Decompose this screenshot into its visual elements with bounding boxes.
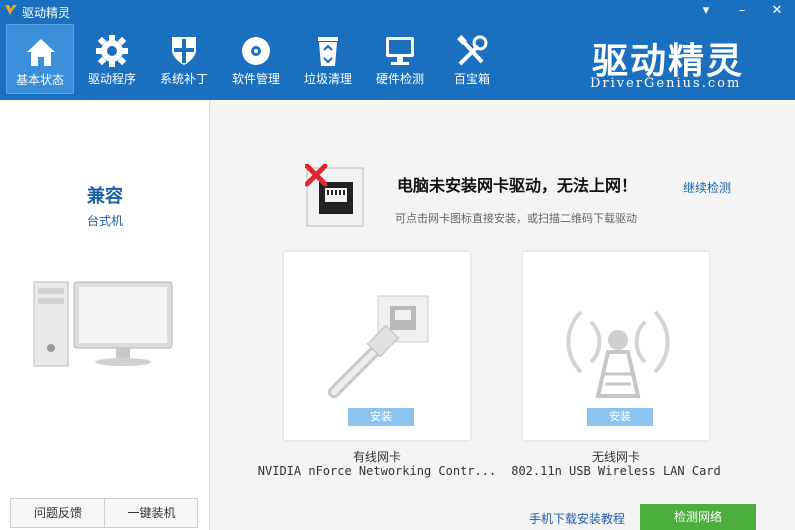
network-error-icon (305, 164, 364, 227)
brand-url: DriverGenius.com (590, 76, 742, 91)
disc-icon (242, 37, 270, 65)
close-icon[interactable]: ✕ (768, 2, 786, 20)
wireless-network-card[interactable]: 安装 (523, 252, 709, 440)
window-title: 驱动精灵 (22, 6, 71, 20)
tab-label: 系统补丁 (159, 72, 208, 86)
wired-network-card[interactable]: 安装 (284, 252, 470, 440)
brand-logo: 驱动精灵 DriverGenius.com (588, 30, 768, 94)
tab-toolbox[interactable]: 百宝箱 (438, 24, 506, 94)
tab-drivers[interactable]: 驱动程序 (78, 24, 146, 94)
tab-label: 垃圾清理 (303, 72, 352, 86)
detect-network-button[interactable]: 检测网络 (640, 504, 756, 530)
wired-card-desc: NVIDIA nForce Networking Contr... (257, 464, 497, 478)
shield-icon (172, 37, 196, 65)
tab-hardware-detection[interactable]: 硬件检测 (366, 24, 434, 94)
wired-card-title: 有线网卡 (352, 450, 401, 464)
device-type: 台式机 (86, 214, 123, 228)
minimize-icon[interactable]: – (733, 2, 751, 20)
continue-detect-link[interactable]: 继续检测 (683, 179, 731, 196)
desktop-pc-icon (33, 281, 173, 367)
tab-label: 驱动程序 (87, 72, 136, 86)
install-button[interactable]: 安装 (348, 408, 414, 426)
wireless-card-title: 无线网卡 (591, 450, 640, 464)
mobile-download-tutorial-link[interactable]: 手机下载安装教程 (529, 510, 625, 527)
main-content: 电脑未安装网卡驱动，无法上网！ 继续检测 可点击网卡图标直接安装，或扫描二维码下… (211, 100, 795, 530)
device-name: 兼容 (87, 186, 123, 207)
tab-basic-status[interactable]: 基本状态 (6, 24, 74, 94)
dropdown-icon[interactable]: ▾ (697, 2, 715, 20)
wireless-tower-icon (566, 310, 670, 398)
alert-title: 电脑未安装网卡驱动，无法上网！ (397, 176, 638, 195)
alert-subtitle: 可点击网卡图标直接安装，或扫描二维码下载驱动 (395, 212, 637, 225)
recycle-bin-icon (318, 37, 338, 66)
tab-label: 百宝箱 (453, 72, 490, 86)
one-click-install-button[interactable]: 一键装机 (104, 499, 198, 527)
install-button[interactable]: 安装 (587, 408, 653, 426)
app-logo-icon (5, 5, 17, 15)
tab-label: 基本状态 (15, 73, 64, 87)
tab-label: 软件管理 (231, 72, 280, 86)
wireless-card-desc: 802.11n USB Wireless LAN Card (511, 464, 721, 478)
feedback-button[interactable]: 问题反馈 (11, 499, 105, 527)
left-action-bar: 问题反馈 一键装机 (10, 498, 198, 528)
tab-label: 硬件检测 (375, 72, 424, 86)
tab-junk-cleanup[interactable]: 垃圾清理 (294, 24, 362, 94)
tab-system-patch[interactable]: 系统补丁 (150, 24, 218, 94)
device-panel: 兼容 台式机 问题反馈 一键装机 (0, 100, 210, 530)
monitor-icon (386, 37, 414, 65)
home-icon (27, 39, 55, 66)
gear-icon (96, 35, 128, 67)
title-bar: 驱动精灵 ▾ – ✕ (0, 0, 795, 22)
tools-icon (457, 35, 488, 66)
tab-software-management[interactable]: 软件管理 (222, 24, 290, 94)
main-toolbar: 基本状态 驱动程序 系统补丁 软件管理 垃圾清理 硬件检测 百宝箱 驱动精灵 D… (0, 22, 795, 100)
ethernet-cable-icon (328, 295, 429, 398)
